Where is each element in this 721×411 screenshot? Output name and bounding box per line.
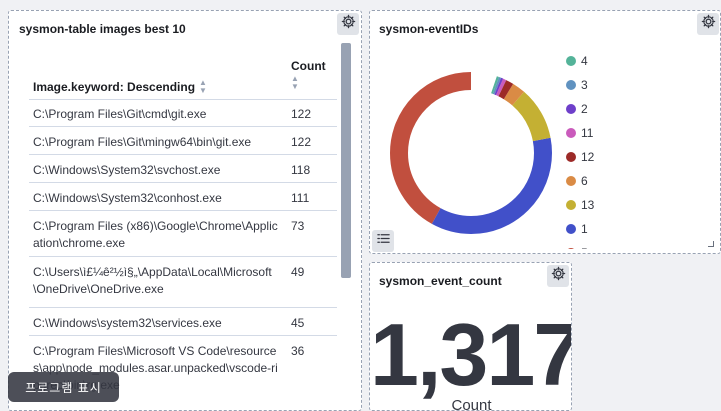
legend-label: 13	[581, 198, 595, 212]
metric-panel-title: sysmon_event_count	[379, 274, 502, 288]
legend-label: 6	[581, 174, 588, 188]
legend-label: 4	[581, 54, 588, 68]
legend-label: 12	[581, 150, 595, 164]
cell-image: C:\Program Files\Git\cmd\git.exe	[33, 107, 207, 121]
metric-panel-options-button[interactable]	[547, 265, 569, 287]
legend-color-dot	[566, 224, 576, 234]
cell-image: C:\Program Files (x86)\Google\Chrome\App…	[33, 219, 278, 250]
column-header-image-label: Image.keyword: Descending	[33, 80, 196, 94]
table-panel: sysmon-table images best 10 Image.keywor…	[8, 10, 362, 411]
cell-count: 122	[291, 107, 312, 121]
table-panel-options-button[interactable]	[337, 13, 359, 35]
legend-label: 11	[581, 126, 594, 140]
table-row: C:\Program Files (x86)\Google\Chrome\App…	[29, 211, 337, 257]
donut-panel: sysmon-eventIDs 4 3 2 11 12 6 13 1	[369, 10, 721, 254]
legend-color-dot	[566, 128, 576, 138]
legend-item[interactable]: 4	[566, 49, 706, 73]
metric-value: 1,317	[370, 305, 572, 404]
column-header-count-label: Count	[291, 59, 326, 73]
table-row: C:\Users\ì£¼ê²½ì§„\AppData\Local\Microso…	[29, 257, 337, 308]
metric-panel: sysmon_event_count 1,317 Count	[369, 262, 572, 411]
cell-count: 36	[291, 344, 305, 358]
cell-count: 111	[291, 191, 310, 205]
legend-item[interactable]: 13	[566, 193, 706, 217]
donut-legend: 4 3 2 11 12 6 13 1	[566, 49, 706, 249]
gear-icon	[551, 266, 566, 286]
table-body: C:\Program Files\Git\cmd\git.exe 122 C:\…	[29, 99, 337, 410]
cell-image: C:\Windows\system32\services.exe	[33, 316, 222, 330]
table-scrollbar[interactable]	[341, 43, 351, 383]
program-display-toast[interactable]: 프로그램 표시	[8, 372, 119, 402]
legend-item[interactable]: 2	[566, 97, 706, 121]
gear-icon	[341, 14, 356, 34]
legend-color-dot	[566, 248, 576, 249]
cell-count: 118	[291, 163, 311, 177]
donut-panel-options-button[interactable]	[697, 13, 719, 35]
table-row: C:\Windows\System32\svchost.exe 118	[29, 155, 337, 183]
legend-color-dot	[566, 56, 576, 66]
metric-label: Count	[451, 397, 492, 411]
legend-color-dot	[566, 176, 576, 186]
legend-item[interactable]: 11	[566, 121, 706, 145]
table-header: Image.keyword: Descending ▲ ▼ Count ▲ ▼	[29, 51, 337, 100]
cell-image: C:\Windows\System32\conhost.exe	[33, 191, 222, 205]
list-icon	[376, 232, 390, 250]
event-id-donut-chart[interactable]	[381, 63, 561, 243]
legend-item[interactable]: 1	[566, 217, 706, 241]
legend-item[interactable]: 6	[566, 169, 706, 193]
table-scrollbar-thumb[interactable]	[341, 43, 351, 278]
legend-item[interactable]: 3	[566, 73, 706, 97]
donut-panel-title: sysmon-eventIDs	[379, 22, 479, 36]
legend-item[interactable]: 12	[566, 145, 706, 169]
legend-color-dot	[566, 152, 576, 162]
legend-item[interactable]: 5	[566, 241, 706, 249]
cell-image: C:\Windows\System32\svchost.exe	[33, 163, 221, 177]
table-row: C:\Windows\system32\services.exe 45	[29, 308, 337, 336]
column-header-count[interactable]: Count ▲ ▼	[291, 59, 326, 91]
legend-label: 1	[581, 222, 588, 236]
sort-icon[interactable]: ▲ ▼	[199, 79, 207, 95]
table-panel-title: sysmon-table images best 10	[19, 22, 186, 36]
resize-handle[interactable]	[708, 241, 714, 247]
legend-label: 2	[581, 102, 588, 116]
legend-toggle-button[interactable]	[372, 230, 394, 252]
cell-count: 73	[291, 219, 305, 233]
gear-icon	[701, 14, 716, 34]
cell-count: 45	[291, 316, 305, 330]
table-row: C:\Program Files\Git\mingw64\bin\git.exe…	[29, 127, 337, 155]
legend-color-dot	[566, 80, 576, 90]
legend-color-dot	[566, 104, 576, 114]
cell-image: C:\Program Files\Git\mingw64\bin\git.exe	[33, 135, 252, 149]
cell-image: C:\Users\ì£¼ê²½ì§„\AppData\Local\Microso…	[33, 265, 272, 296]
legend-label: 3	[581, 78, 588, 92]
cell-count: 122	[291, 135, 312, 149]
legend-color-dot	[566, 200, 576, 210]
legend-label: 5	[581, 246, 588, 249]
cell-count: 49	[291, 265, 305, 279]
table-row: C:\Program Files\Git\cmd\git.exe 122	[29, 99, 337, 127]
table-row: C:\Windows\System32\conhost.exe 111	[29, 183, 337, 211]
sort-icon[interactable]: ▲ ▼	[291, 75, 326, 91]
column-header-image[interactable]: Image.keyword: Descending ▲ ▼	[33, 79, 207, 95]
